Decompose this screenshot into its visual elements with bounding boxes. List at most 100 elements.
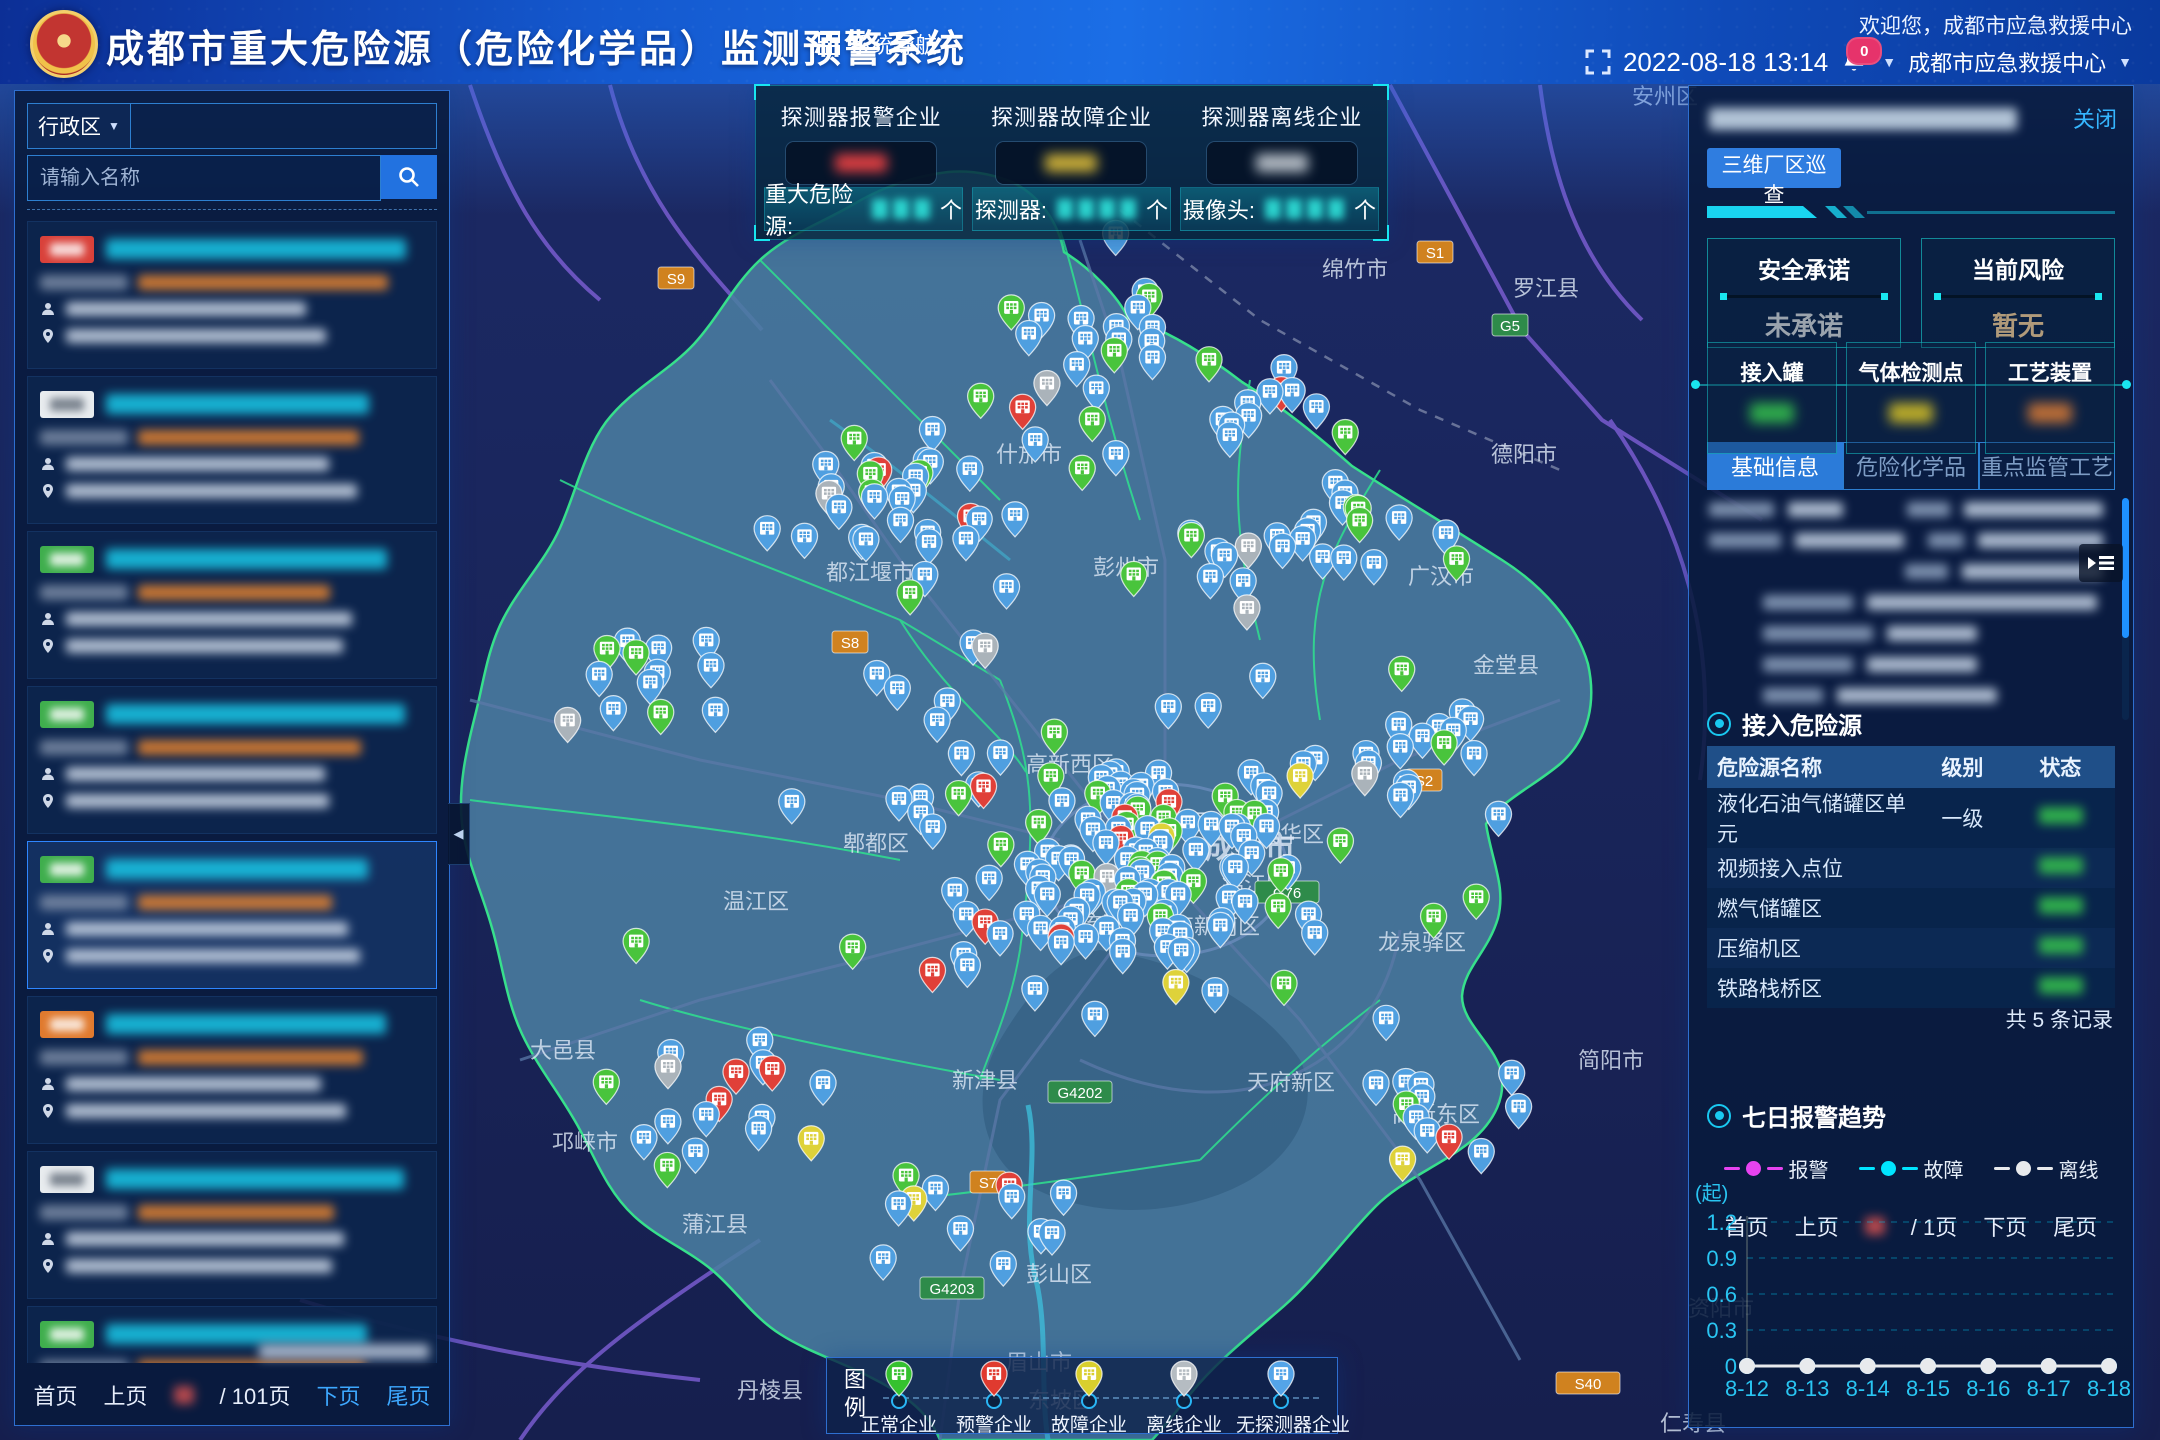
hazard-name: 液化石油气储罐区单元 <box>1707 788 1931 848</box>
expand-panel-button[interactable] <box>2079 544 2123 582</box>
equipment-counters: 接入罐气体检测点工艺装置 <box>1707 342 2115 454</box>
company-list-item[interactable] <box>27 841 437 989</box>
status-badge <box>40 1011 94 1038</box>
page-prev[interactable]: 上页 <box>104 1379 148 1411</box>
city-label: 温江区 <box>723 889 789 914</box>
card-value: 未承诺 <box>1765 306 1843 343</box>
company-pin-icon <box>1266 1360 1296 1397</box>
svg-text:1.2: 1.2 <box>1706 1210 1737 1235</box>
table-row[interactable]: 压缩机区 <box>1707 928 2115 968</box>
search-icon <box>397 165 421 189</box>
stat-offline-companies: 探测器离线企业 <box>1177 100 1387 184</box>
svg-text:8-15: 8-15 <box>1906 1376 1950 1401</box>
svg-text:(起): (起) <box>1695 1182 1728 1205</box>
company-list-item[interactable] <box>27 221 437 369</box>
page-next[interactable]: 下页 <box>316 1379 360 1411</box>
hazard-level <box>1931 968 2029 1008</box>
search-input[interactable] <box>27 155 381 201</box>
scrollbar[interactable] <box>2122 498 2129 720</box>
field-label-blurred <box>40 1360 128 1364</box>
city-label: 郫都区 <box>843 831 909 856</box>
svg-text:8-12: 8-12 <box>1725 1376 1769 1401</box>
location-icon <box>40 483 56 499</box>
stat-value-blurred <box>1207 142 1357 184</box>
fullscreen-icon[interactable] <box>1585 49 1611 75</box>
page-first[interactable]: 首页 <box>34 1379 78 1411</box>
section-title: 接入危险源 <box>1742 706 1862 741</box>
svg-text:0.6: 0.6 <box>1706 1282 1737 1307</box>
status-badge <box>40 1321 94 1348</box>
legend-item: 预警企业 <box>949 1360 1039 1437</box>
records-total: 共 5 条记录 <box>2006 1004 2113 1034</box>
person-icon <box>40 1231 56 1247</box>
corner-bracket <box>754 225 770 241</box>
info-row-blurred <box>1709 657 2103 672</box>
field-value-blurred <box>138 740 361 755</box>
org-name[interactable]: 成都市应急救援中心 <box>1908 46 2106 78</box>
stat-label: 探测器故障企业 <box>991 100 1152 132</box>
table-row[interactable]: 液化石油气储罐区单元一级 <box>1707 788 2115 848</box>
col-status: 状态 <box>2029 746 2115 788</box>
field-label-blurred <box>40 1050 128 1065</box>
company-name-blurred <box>106 1324 367 1344</box>
nav-label: 系统导航 <box>849 28 937 60</box>
search-row <box>27 155 437 210</box>
equipment-counter: 气体检测点 <box>1846 342 1976 454</box>
status-badge <box>40 1166 94 1193</box>
welcome-text: 欢迎您，成都市应急救援中心 <box>1859 10 2132 40</box>
search-button[interactable] <box>381 155 437 199</box>
company-pin-icon <box>884 1360 914 1397</box>
hazard-status-blurred <box>2029 788 2115 848</box>
legend-item: 离线企业 <box>1139 1360 1229 1437</box>
contact-blurred <box>66 767 325 781</box>
status-badge <box>40 701 94 728</box>
address-blurred <box>66 949 360 963</box>
table-row[interactable]: 铁路栈桥区 <box>1707 968 2115 1008</box>
col-level: 级别 <box>1931 746 2029 788</box>
region-filter-dropdown[interactable]: 行政区 ▼ <box>27 103 131 149</box>
nav-system-menu[interactable]: 系统导航 <box>818 28 937 60</box>
region-filter-label: 行政区 <box>38 111 101 141</box>
field-label-blurred <box>40 895 128 910</box>
company-detail-panel: 关闭 三维厂区巡查 安全承诺 未承诺 当前风险 暂无 接入罐气体检测点工艺装置 … <box>1688 85 2134 1428</box>
region-filter-value[interactable] <box>131 103 437 149</box>
close-button[interactable]: 关闭 <box>2073 102 2117 134</box>
company-name-blurred <box>106 394 369 414</box>
notification-bell[interactable]: 0 <box>1840 47 1870 77</box>
3d-patrol-button[interactable]: 三维厂区巡查 <box>1707 148 1841 188</box>
hazard-status-blurred <box>2029 968 2115 1008</box>
datetime: 2022-08-18 13:14 <box>1623 47 1828 78</box>
corner-bracket <box>1373 225 1389 241</box>
stat-digits-blurred <box>872 199 930 219</box>
legend-item: 正常企业 <box>854 1360 944 1437</box>
stats-overview-panel: 探测器报警企业 探测器故障企业 探测器离线企业 重大危险源:个探测器:个摄像头:… <box>755 85 1388 240</box>
table-row[interactable]: 视频接入点位 <box>1707 848 2115 888</box>
company-name-blurred <box>106 239 406 259</box>
field-value-blurred <box>138 585 330 600</box>
company-name-blurred <box>106 1014 386 1034</box>
svg-text:0.3: 0.3 <box>1706 1318 1737 1343</box>
company-list-item[interactable] <box>27 996 437 1144</box>
table-row[interactable]: 燃气储罐区 <box>1707 888 2115 928</box>
company-list-item[interactable] <box>27 531 437 679</box>
company-list-item[interactable] <box>27 686 437 834</box>
svg-text:S7: S7 <box>979 1175 997 1192</box>
field-label-blurred <box>40 585 128 600</box>
company-name-blurred <box>106 859 368 879</box>
company-list-item[interactable] <box>27 376 437 524</box>
page-last[interactable]: 尾页 <box>386 1379 430 1411</box>
chevron-down-icon[interactable]: ▼ <box>2118 54 2132 70</box>
chevron-down-icon: ▼ <box>108 119 120 133</box>
svg-text:G4202: G4202 <box>1057 1085 1102 1102</box>
field-value-blurred <box>138 430 359 445</box>
sidebar-collapse-handle[interactable]: ◀ <box>448 803 470 865</box>
status-cards: 安全承诺 未承诺 当前风险 暂无 <box>1707 238 2115 348</box>
stat-value-blurred <box>996 142 1146 184</box>
hazard-level <box>1931 928 2029 968</box>
company-list-item[interactable] <box>27 1151 437 1299</box>
chevron-down-icon[interactable]: ▼ <box>1882 54 1896 70</box>
location-icon <box>40 1258 56 1274</box>
info-row-blurred <box>1709 626 2103 641</box>
stat-counter-box: 重大危险源:个 <box>764 187 963 231</box>
safety-commitment-card: 安全承诺 未承诺 <box>1707 238 1901 348</box>
